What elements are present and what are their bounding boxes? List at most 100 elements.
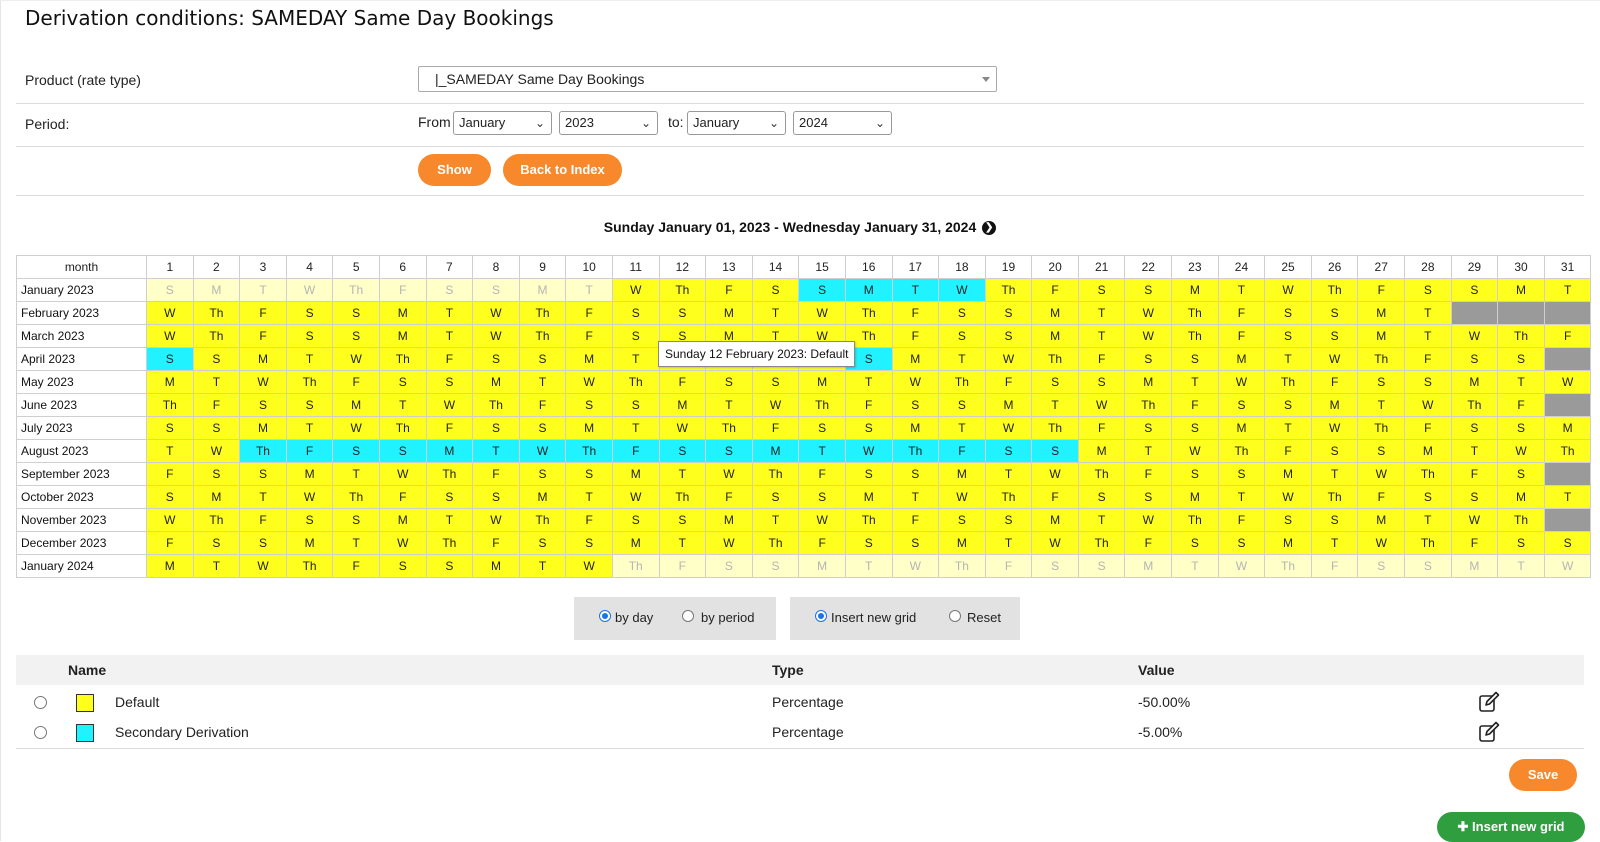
- calendar-day-cell[interactable]: S: [565, 531, 613, 555]
- calendar-day-cell[interactable]: T: [192, 554, 241, 578]
- calendar-day-cell[interactable]: W: [1357, 531, 1406, 555]
- calendar-day-cell[interactable]: F: [565, 508, 613, 532]
- by-period-radio[interactable]: [682, 610, 694, 622]
- calendar-day-cell[interactable]: W: [984, 347, 1033, 371]
- calendar-day-cell[interactable]: T: [1404, 324, 1452, 348]
- calendar-day-cell[interactable]: W: [146, 301, 194, 325]
- calendar-day-cell[interactable]: T: [798, 439, 846, 463]
- calendar-day-cell[interactable]: T: [891, 485, 940, 509]
- calendar-day-cell[interactable]: Th: [1077, 531, 1126, 555]
- calendar-day-cell[interactable]: S: [1497, 462, 1545, 486]
- insert-new-grid-label[interactable]: Insert new grid: [831, 610, 916, 625]
- calendar-day-cell[interactable]: W: [798, 508, 846, 532]
- calendar-day-cell[interactable]: W: [1497, 439, 1545, 463]
- calendar-day-cell[interactable]: T: [984, 531, 1033, 555]
- calendar-day-cell[interactable]: T: [1171, 370, 1219, 394]
- calendar-day-cell[interactable]: W: [1450, 508, 1499, 532]
- calendar-day-cell[interactable]: W: [1124, 301, 1173, 325]
- reset-radio[interactable]: [949, 610, 961, 622]
- calendar-day-cell[interactable]: M: [611, 462, 660, 486]
- calendar-day-cell[interactable]: F: [1404, 416, 1452, 440]
- calendar-day-cell[interactable]: S: [844, 462, 893, 486]
- calendar-day-cell[interactable]: S: [285, 393, 334, 417]
- calendar-day-cell[interactable]: Th: [378, 416, 427, 440]
- calendar-day-cell[interactable]: S: [611, 301, 660, 325]
- calendar-day-cell[interactable]: S: [751, 554, 800, 578]
- calendar-day-cell[interactable]: T: [332, 531, 380, 555]
- calendar-day-cell[interactable]: M: [1310, 393, 1359, 417]
- calendar-day-cell[interactable]: S: [1077, 278, 1126, 302]
- calendar-day-cell[interactable]: S: [146, 485, 194, 509]
- calendar-day-cell[interactable]: S: [1031, 439, 1079, 463]
- calendar-day-cell[interactable]: S: [425, 554, 474, 578]
- calendar-day-cell[interactable]: S: [658, 439, 707, 463]
- calendar-day-cell[interactable]: W: [146, 324, 194, 348]
- calendar-day-cell[interactable]: S: [1124, 416, 1173, 440]
- calendar-day-cell[interactable]: W: [565, 370, 613, 394]
- calendar-day-cell[interactable]: S: [891, 393, 940, 417]
- calendar-day-cell[interactable]: F: [192, 393, 241, 417]
- calendar-day-cell[interactable]: M: [1450, 554, 1499, 578]
- calendar-day-cell[interactable]: W: [565, 554, 613, 578]
- calendar-day-cell[interactable]: S: [1264, 508, 1312, 532]
- calendar-day-cell[interactable]: M: [332, 393, 380, 417]
- calendar-day-cell[interactable]: W: [472, 508, 520, 532]
- calendar-day-cell[interactable]: T: [1077, 508, 1126, 532]
- calendar-day-cell[interactable]: Th: [658, 278, 707, 302]
- calendar-day-cell[interactable]: S: [1497, 416, 1545, 440]
- calendar-day-cell[interactable]: S: [938, 393, 986, 417]
- calendar-day-cell[interactable]: S: [332, 301, 380, 325]
- calendar-day-cell[interactable]: F: [472, 531, 520, 555]
- calendar-day-cell[interactable]: F: [751, 416, 800, 440]
- calendar-day-cell[interactable]: W: [285, 485, 334, 509]
- calendar-day-cell[interactable]: S: [192, 462, 241, 486]
- calendar-day-cell[interactable]: S: [984, 324, 1033, 348]
- calendar-day-cell[interactable]: Th: [192, 508, 241, 532]
- calendar-day-cell[interactable]: S: [239, 531, 287, 555]
- calendar-day-cell[interactable]: T: [844, 370, 893, 394]
- calendar-day-cell[interactable]: F: [1031, 485, 1079, 509]
- calendar-day-cell[interactable]: F: [705, 485, 753, 509]
- calendar-day-cell[interactable]: S: [1450, 278, 1499, 302]
- calendar-day-cell[interactable]: W: [891, 370, 940, 394]
- calendar-day-cell[interactable]: M: [891, 347, 940, 371]
- calendar-day-cell[interactable]: F: [378, 278, 427, 302]
- calendar-day-cell[interactable]: M: [938, 462, 986, 486]
- calendar-day-cell[interactable]: F: [425, 347, 474, 371]
- calendar-day-cell[interactable]: W: [1404, 393, 1452, 417]
- calendar-day-cell[interactable]: Th: [1497, 508, 1545, 532]
- calendar-day-cell[interactable]: T: [891, 278, 940, 302]
- calendar-day-cell[interactable]: S: [658, 508, 707, 532]
- from-month-select[interactable]: January ⌄: [453, 111, 552, 135]
- calendar-day-cell[interactable]: M: [844, 485, 893, 509]
- calendar-day-cell[interactable]: S: [751, 370, 800, 394]
- to-month-select[interactable]: January ⌄: [687, 111, 786, 135]
- row-select-radio[interactable]: [34, 726, 47, 739]
- calendar-day-cell[interactable]: Th: [192, 301, 241, 325]
- calendar-day-cell[interactable]: S: [984, 508, 1033, 532]
- calendar-day-cell[interactable]: T: [425, 508, 474, 532]
- calendar-day-cell[interactable]: S: [192, 416, 241, 440]
- insert-new-grid-radio[interactable]: [815, 610, 827, 622]
- by-day-label[interactable]: by day: [615, 610, 653, 625]
- calendar-day-cell[interactable]: F: [1217, 508, 1266, 532]
- calendar-day-cell[interactable]: M: [1031, 301, 1079, 325]
- calendar-day-cell[interactable]: F: [239, 301, 287, 325]
- calendar-day-cell[interactable]: M: [705, 301, 753, 325]
- calendar-day-cell[interactable]: M: [1543, 416, 1592, 440]
- calendar-day-cell[interactable]: M: [984, 393, 1033, 417]
- calendar-day-cell[interactable]: W: [1310, 416, 1359, 440]
- calendar-day-cell[interactable]: W: [1264, 278, 1312, 302]
- calendar-day-cell[interactable]: W: [332, 347, 380, 371]
- calendar-day-cell[interactable]: Th: [1310, 485, 1359, 509]
- calendar-day-cell[interactable]: Th: [425, 462, 474, 486]
- calendar-day-cell[interactable]: F: [1217, 324, 1266, 348]
- calendar-day-cell[interactable]: S: [472, 416, 520, 440]
- calendar-day-cell[interactable]: Th: [1217, 439, 1266, 463]
- calendar-day-cell[interactable]: S: [705, 370, 753, 394]
- calendar-day-cell[interactable]: W: [984, 416, 1033, 440]
- to-year-select[interactable]: 2024 ⌄: [793, 111, 892, 135]
- from-year-select[interactable]: 2023 ⌄: [559, 111, 658, 135]
- calendar-day-cell[interactable]: M: [146, 554, 194, 578]
- calendar-day-cell[interactable]: S: [1310, 508, 1359, 532]
